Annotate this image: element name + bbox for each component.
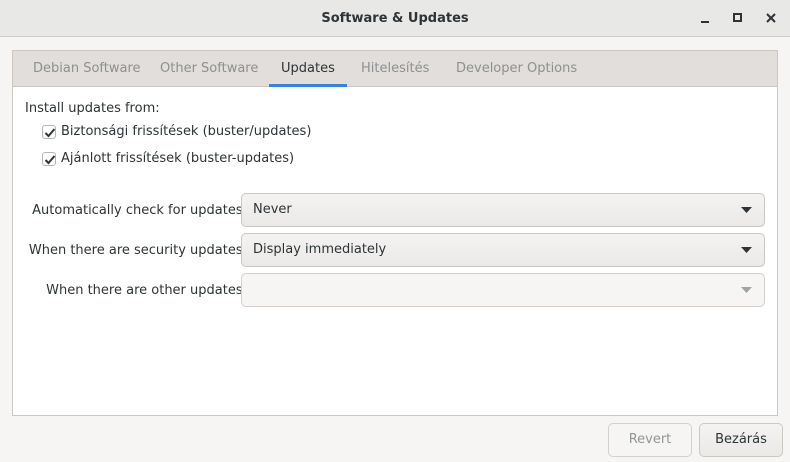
tab-debian-software[interactable]: Debian Software (33, 51, 141, 86)
window-title: Software & Updates (321, 11, 469, 26)
other-updates-action-select[interactable] (241, 273, 765, 307)
maximize-icon[interactable] (729, 9, 747, 27)
tab-updates[interactable]: Updates (269, 51, 347, 87)
security-updates-label[interactable]: Biztonsági frissítések (buster/updates) (61, 124, 311, 139)
install-from-label: Install updates from: (25, 101, 160, 116)
chevron-down-icon (741, 287, 752, 293)
chevron-down-icon (741, 247, 752, 253)
auto-check-select[interactable]: Never (241, 193, 765, 227)
title-bar: Software & Updates (0, 0, 790, 37)
tab-authentication[interactable]: Hitelesítés (361, 51, 429, 86)
auto-check-value: Never (253, 202, 292, 217)
security-updates-checkbox[interactable] (42, 125, 56, 139)
chevron-down-icon (741, 207, 752, 213)
recommended-updates-checkbox[interactable] (42, 152, 56, 166)
minimize-icon[interactable] (696, 9, 714, 27)
security-updates-action-select[interactable]: Display immediately (241, 233, 765, 267)
tab-other-software[interactable]: Other Software (160, 51, 258, 86)
security-updates-action-label: When there are security updates: (28, 243, 247, 258)
tab-developer-options[interactable]: Developer Options (456, 51, 577, 86)
security-updates-action-value: Display immediately (253, 242, 387, 257)
tab-bar: Debian Software Other Software Updates H… (13, 51, 777, 87)
recommended-updates-label[interactable]: Ajánlott frissítések (buster-updates) (61, 151, 294, 166)
revert-button[interactable]: Revert (608, 423, 692, 457)
close-icon[interactable] (762, 9, 780, 27)
auto-check-label: Automatically check for updates: (32, 203, 247, 218)
other-updates-action-label: When there are other updates: (46, 283, 247, 298)
close-button[interactable]: Bezárás (699, 423, 783, 457)
